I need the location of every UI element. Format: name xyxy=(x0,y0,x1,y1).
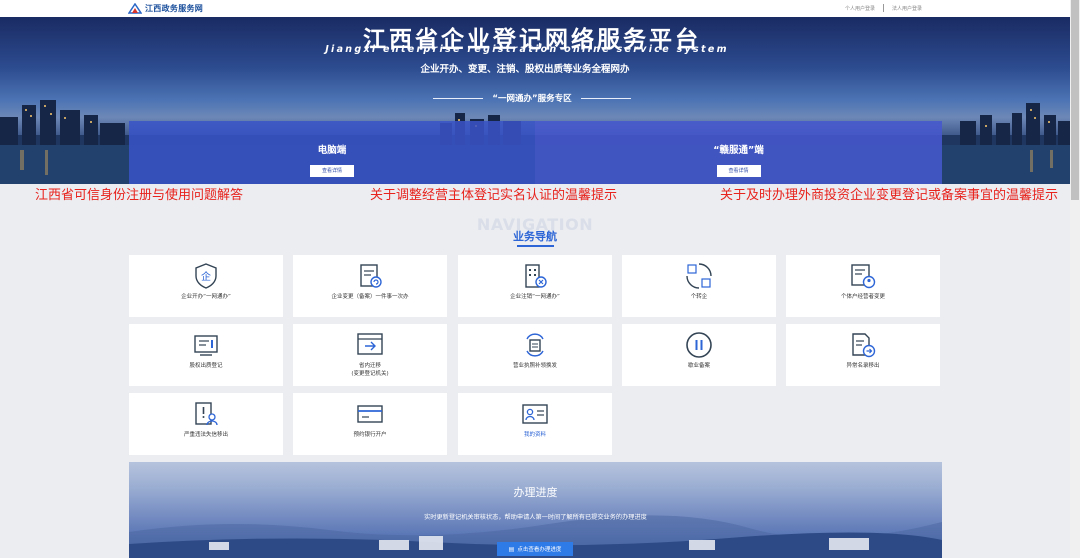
progress-section: 办理进度 实时更新登记机关审核状态，帮助申请人第一时间了解所有已提交业务的办理进… xyxy=(129,462,942,558)
navigation-title: 业务导航 xyxy=(513,230,557,243)
divider-line-right xyxy=(580,97,631,99)
logo-text: 江西政务服务网 xyxy=(145,4,204,13)
building-cancel-icon xyxy=(525,264,547,288)
nav-card-serious-violation-removal[interactable]: 严重违法失信移出 xyxy=(129,393,283,455)
nav-card-enterprise-change[interactable]: 企业变更（备案）一件事一次办 xyxy=(293,255,447,317)
nav-card-label: 企业开办“一网通办” xyxy=(181,294,231,300)
pc-portal-detail-button[interactable]: 查看详情 xyxy=(310,165,354,177)
bank-card-icon xyxy=(357,405,383,423)
warning-user-icon xyxy=(195,402,218,426)
nav-card-enterprise-setup[interactable]: 企 企业开办“一网通办” xyxy=(129,255,283,317)
nav-card-bank-account-booking[interactable]: 预约银行开户 xyxy=(293,393,447,455)
divider-line-left xyxy=(433,97,484,99)
circle-transfer-icon xyxy=(686,263,712,289)
search-icon: ▤ xyxy=(508,545,515,553)
id-card-icon xyxy=(522,404,548,424)
notice-link[interactable]: 关于调整经营主体登记实名认证的温馨提示 xyxy=(370,184,617,203)
pause-icon xyxy=(686,332,712,358)
nav-card-label: 我的资料 xyxy=(523,432,546,438)
nav-card-label: 企业注销“一网通办” xyxy=(510,294,560,300)
ganfutong-portal-detail-button[interactable]: 查看详情 xyxy=(716,165,761,177)
nav-card-label: 股权出质登记 xyxy=(189,363,223,369)
legal-login-link[interactable]: 法人用户登录 xyxy=(892,5,922,12)
platform-subtitle-en: Jiangxi enterprise registration online s… xyxy=(325,44,729,55)
nav-card-label: 异常名录移出 xyxy=(846,363,880,369)
link-divider xyxy=(882,4,884,12)
personal-login-link[interactable]: 个人用户登录 xyxy=(845,5,875,12)
nav-card-label-line2: (变更登记机关) xyxy=(351,370,389,377)
progress-title: 办理进度 xyxy=(513,486,558,499)
notice-bar: 江西省可信身份注册与使用问题解答 关于调整经营主体登记实名认证的温馨提示 关于及… xyxy=(0,184,1070,204)
page-scrollbar[interactable] xyxy=(1070,0,1080,558)
nav-card-intra-province-migration[interactable]: 省内迁移 (变更登记机关) xyxy=(293,324,447,386)
notice-link[interactable]: 江西省可信身份注册与使用问题解答 xyxy=(35,184,243,203)
nav-card-label: 企业变更（备案）一件事一次办 xyxy=(331,294,409,300)
nav-card-license-reissue[interactable]: 营业执照补领换发 xyxy=(458,324,612,386)
pc-portal-title: 电脑端 xyxy=(317,145,347,156)
ganfutong-portal-panel[interactable]: “赣服通”端 查看详情 xyxy=(535,121,942,184)
nav-card-individual-to-enterprise[interactable]: 个转企 xyxy=(622,255,776,317)
nav-card-label-line1: 省内迁移 xyxy=(358,363,381,369)
nav-card-my-materials[interactable]: 我的资料 xyxy=(458,393,612,455)
nav-card-label: 个转企 xyxy=(690,294,708,300)
license-reissue-icon xyxy=(526,333,544,357)
nav-card-label: 营业执照补领换发 xyxy=(512,363,557,369)
scrollbar-thumb[interactable] xyxy=(1071,0,1079,200)
top-bar: 江西政务服务网 个人用户登录 法人用户登录 xyxy=(0,0,1070,17)
user-document-icon xyxy=(851,264,876,289)
nav-card-label: 预约银行开户 xyxy=(353,432,387,438)
progress-description: 实时更新登记机关审核状态，帮助申请人第一时间了解所有已提交业务的办理进度 xyxy=(424,514,647,521)
nav-card-operator-change[interactable]: 个体户经营者变更 xyxy=(786,255,940,317)
view-progress-label: 点击查看办理进度 xyxy=(517,547,562,553)
nav-card-abnormal-list-removal[interactable]: 异常名录移出 xyxy=(786,324,940,386)
platform-subtitle-cn: 企业开办、变更、注销、股权出质等业务全程网办 xyxy=(420,64,630,75)
nav-card-suspension-filing[interactable]: 歇业备案 xyxy=(622,324,776,386)
nav-card-label: 省内迁移 (变更登记机关) xyxy=(293,363,447,378)
equity-pledge-icon xyxy=(194,335,218,356)
nav-card-label: 个体户经营者变更 xyxy=(840,294,885,300)
navigation-title-underline xyxy=(517,245,554,247)
user-links: 个人用户登录 法人用户登录 xyxy=(845,4,922,12)
document-refresh-icon xyxy=(360,264,382,288)
nav-card-equity-pledge[interactable]: 股权出质登记 xyxy=(129,324,283,386)
service-zone-label: “一网通办”服务专区 xyxy=(492,94,572,104)
service-zone-heading: “一网通办”服务专区 xyxy=(0,92,1067,104)
document-arrow-icon xyxy=(852,333,876,358)
window-arrow-icon xyxy=(357,333,383,355)
logo-icon xyxy=(128,3,142,14)
nav-card-enterprise-cancel[interactable]: 企业注销“一网通办” xyxy=(458,255,612,317)
hero-banner: 江西省企业登记网络服务平台 Jiangxi enterprise registr… xyxy=(0,17,1070,184)
svg-text:企: 企 xyxy=(201,270,211,283)
nav-card-label: 严重违法失信移出 xyxy=(183,432,228,438)
notice-link[interactable]: 关于及时办理外商投资企业变更登记或备案事宜的温馨提示 xyxy=(720,184,1058,203)
pc-portal-panel[interactable]: 电脑端 查看详情 xyxy=(129,121,535,184)
nav-card-label: 歇业备案 xyxy=(687,363,710,369)
view-progress-button[interactable]: ▤ 点击查看办理进度 xyxy=(497,542,573,556)
enterprise-seal-icon: 企 xyxy=(195,263,217,289)
ganfutong-portal-title: “赣服通”端 xyxy=(713,145,764,156)
site-logo[interactable]: 江西政务服务网 xyxy=(128,2,203,15)
